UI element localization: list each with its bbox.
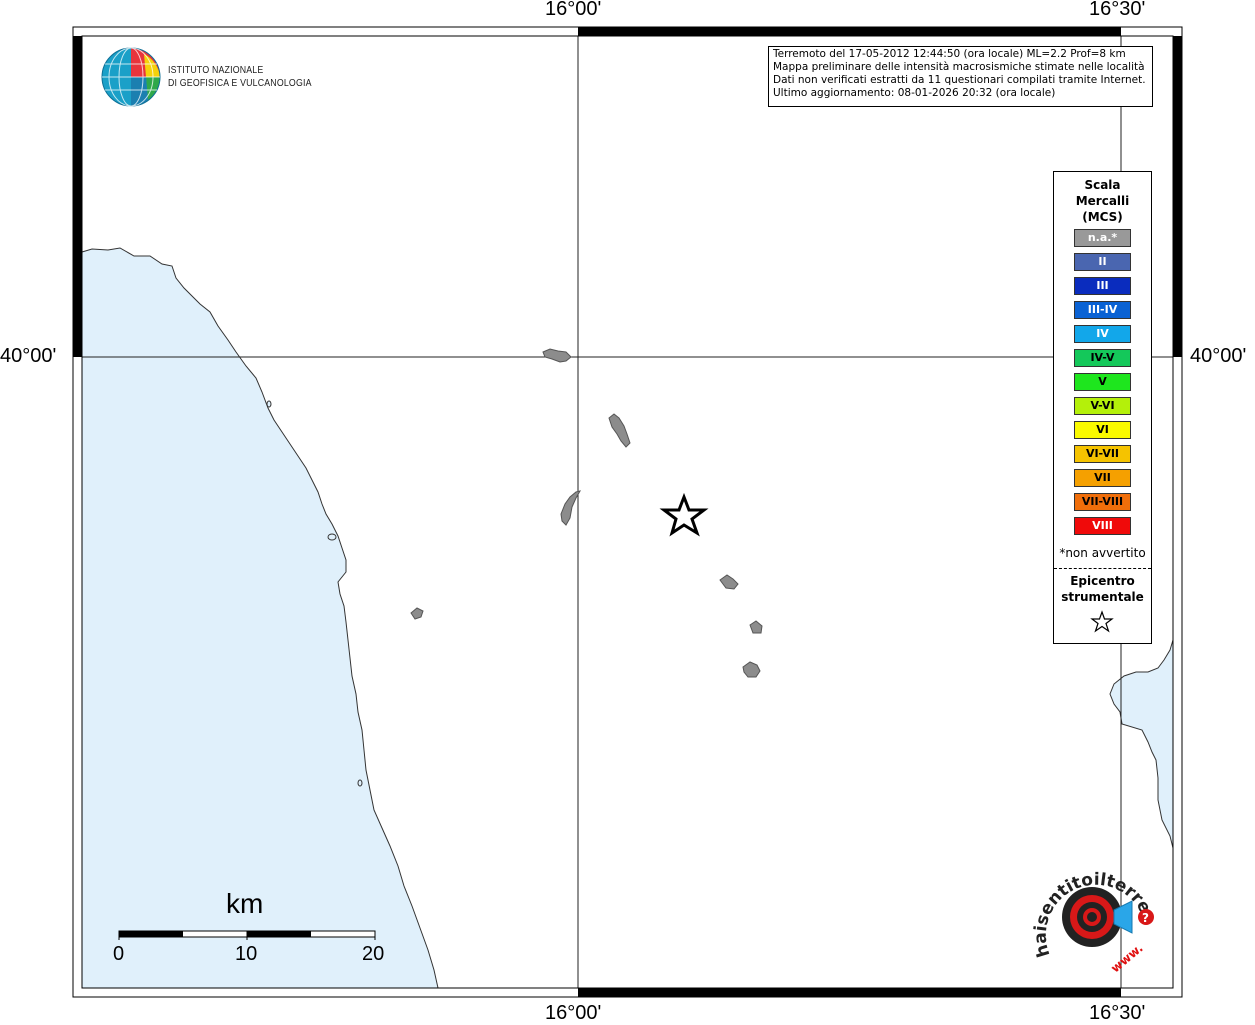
legend-swatch: V [1074, 373, 1131, 391]
legend-swatch: n.a.* [1074, 229, 1131, 247]
ingv-logo [100, 46, 162, 112]
legend-swatch: VIII [1074, 517, 1131, 535]
event-info-line4: Ultimo aggiornamento: 08-01-2026 20:32 (… [773, 87, 1056, 99]
legend-swatch: VI-VII [1074, 445, 1131, 463]
hai-sentito-logo-icon: haisentitoilterremoto.it www. ? [1030, 855, 1155, 975]
legend-epicenter-label: Epicentro strumentale [1054, 573, 1151, 605]
legend-star-icon [1090, 610, 1114, 633]
scale-tick-20: 20 [362, 943, 385, 965]
ingv-line2: DI GEOFISICA E VULCANOLOGIA [168, 78, 312, 89]
legend-swatch: VII [1074, 469, 1131, 487]
legend-swatch: IV-V [1074, 349, 1131, 367]
badge-prefix: www. [1108, 941, 1145, 975]
legend-swatch: V-VI [1074, 397, 1131, 415]
mcs-legend: Scala Mercalli (MCS) n.a.* II III III-IV IV I… [1053, 171, 1152, 644]
lat-label-left: 40°00' [0, 345, 57, 367]
legend-epicenter-line2: strumentale [1061, 590, 1144, 604]
legend-epicenter-line1: Epicentro [1070, 574, 1135, 588]
event-info-line1: Terremoto del 17-05-2012 12:44:50 (ora l… [773, 48, 1126, 60]
legend-note: *non avvertito [1059, 546, 1146, 560]
lon-label-top-left: 16°00' [545, 0, 602, 20]
legend-swatch: II [1074, 253, 1131, 271]
ingv-globe-icon [101, 47, 161, 107]
legend-title-line1: Scala [1084, 178, 1121, 192]
legend-swatch: IV [1074, 325, 1131, 343]
legend-title-line2: Mercalli [1075, 194, 1130, 208]
scale-tick-10: 10 [235, 943, 258, 965]
legend-swatch: III-IV [1074, 301, 1131, 319]
ingv-line1: ISTITUTO NAZIONALE [168, 65, 264, 76]
legend-swatch: VI [1074, 421, 1131, 439]
legend-swatch: VII-VIII [1074, 493, 1131, 511]
ingv-logo-text: ISTITUTO NAZIONALE DI GEOFISICA E VULCAN… [168, 64, 312, 90]
legend-divider [1054, 568, 1151, 569]
lon-label-bottom-left: 16°00' [545, 1002, 602, 1024]
legend-title-line3: (MCS) [1082, 210, 1123, 224]
legend-title: Scala Mercalli (MCS) [1054, 177, 1151, 225]
event-info-box: Terremoto del 17-05-2012 12:44:50 (ora l… [768, 46, 1153, 107]
scale-unit: km [226, 888, 264, 919]
lon-label-top-right: 16°30' [1089, 0, 1146, 20]
lon-label-bottom-right: 16°30' [1089, 1002, 1146, 1024]
event-info-line2: Mappa preliminare delle intensità macros… [773, 61, 1145, 73]
event-info-line3: Dati non verificati estratti da 11 quest… [773, 74, 1146, 86]
legend-swatch: III [1074, 277, 1131, 295]
svg-text:?: ? [1142, 911, 1149, 925]
scale-tick-0: 0 [113, 943, 125, 965]
lat-label-right: 40°00' [1190, 345, 1247, 367]
